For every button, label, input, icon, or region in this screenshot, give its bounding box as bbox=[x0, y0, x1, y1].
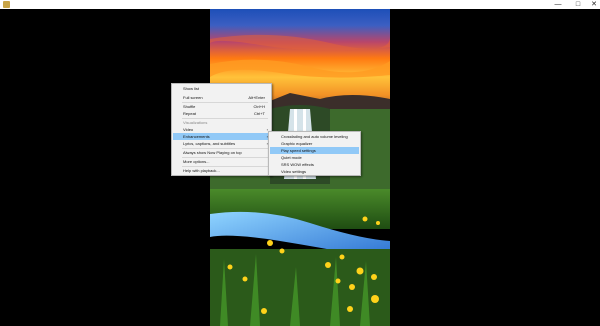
close-button[interactable]: ✕ bbox=[587, 0, 600, 9]
menu-item-help-with-playback[interactable]: Help with playback... bbox=[173, 167, 270, 174]
submenu-item-graphic-equalizer[interactable]: Graphic equalizer bbox=[270, 140, 359, 147]
minimize-button[interactable]: — bbox=[551, 0, 565, 9]
menu-item-repeat[interactable]: Repeat Ctrl+T bbox=[173, 110, 270, 117]
menu-item-visualizations: Visualizations bbox=[183, 120, 208, 125]
menu-item-full-screen[interactable]: Full screen Alt+Enter bbox=[173, 94, 270, 101]
menu-item-lyrics-captions-subtitles[interactable]: Lyrics, captions, and subtitles › bbox=[173, 140, 270, 147]
menu-item-shuffle[interactable]: Shuffle Ctrl+H bbox=[173, 103, 270, 110]
submenu-item-play-speed-settings[interactable]: Play speed settings bbox=[270, 147, 359, 154]
maximize-button[interactable]: □ bbox=[571, 0, 585, 9]
title-bar: — □ ✕ bbox=[0, 0, 600, 9]
menu-item-video[interactable]: Video › bbox=[173, 126, 270, 133]
context-menu: Show list Full screen Alt+Enter Shuffle … bbox=[171, 83, 272, 176]
menu-item-enhancements[interactable]: Enhancements › bbox=[173, 133, 270, 140]
submenu-item-quiet-mode[interactable]: Quiet mode bbox=[270, 154, 359, 161]
menu-item-always-show-on-top[interactable]: Always show Now Playing on top bbox=[173, 149, 270, 156]
submenu-item-crossfading[interactable]: Crossfading and auto volume leveling bbox=[270, 133, 359, 140]
submenu-item-video-settings[interactable]: Video settings bbox=[270, 168, 359, 175]
enhancements-submenu: Crossfading and auto volume leveling Gra… bbox=[268, 131, 361, 176]
menu-item-show-list[interactable]: Show list bbox=[173, 85, 270, 92]
menu-item-more-options[interactable]: More options... bbox=[173, 158, 270, 165]
app-icon bbox=[3, 1, 10, 8]
submenu-item-srs-wow-effects[interactable]: SRS WOW effects bbox=[270, 161, 359, 168]
